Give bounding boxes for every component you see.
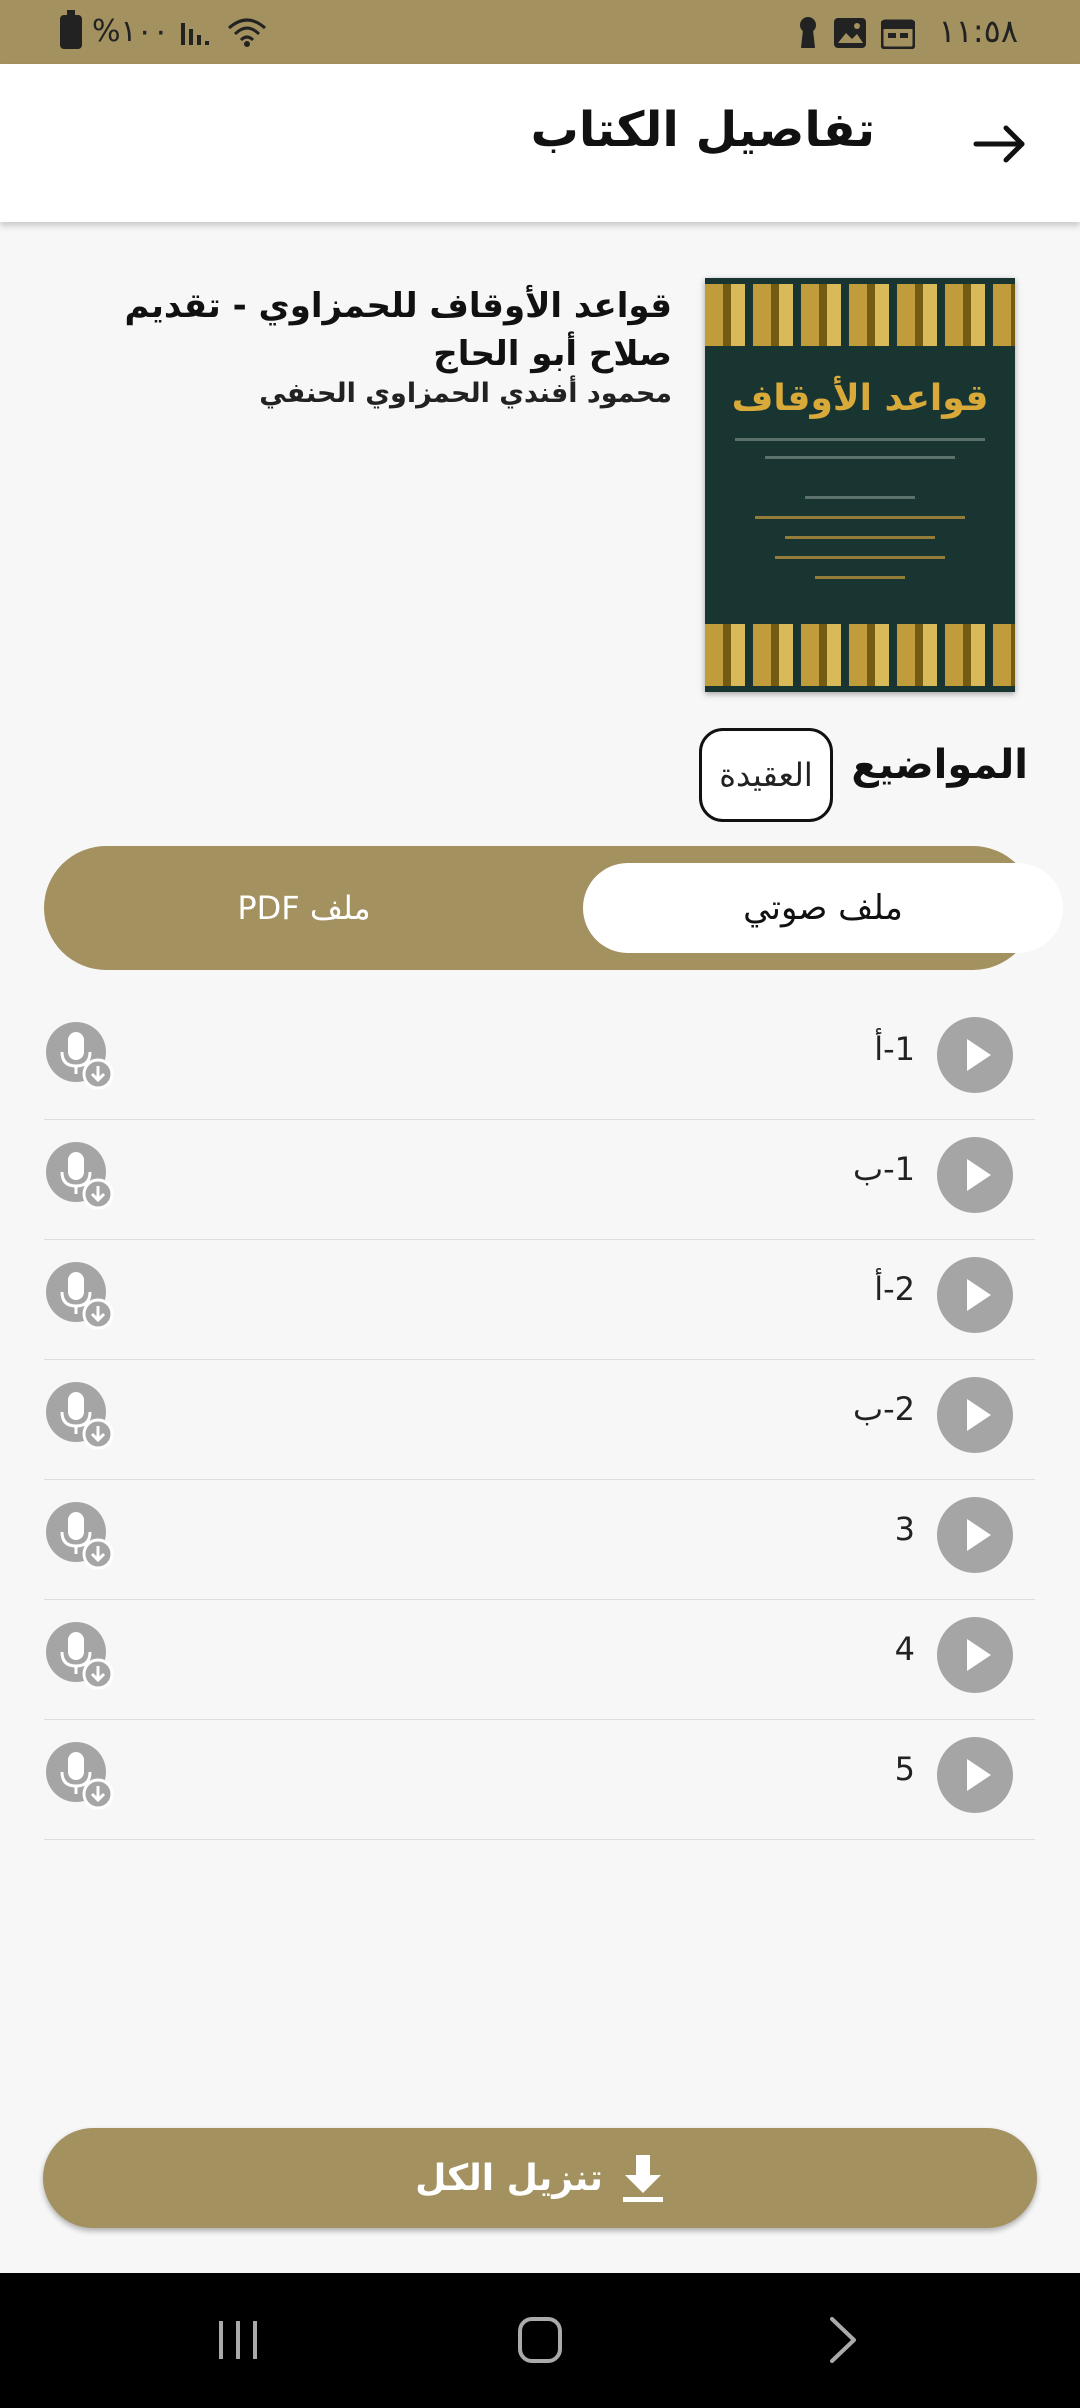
book-cover: قواعد الأوقاف	[705, 278, 1015, 692]
track-row: 2-أ	[44, 1240, 1035, 1360]
file-type-tabs: ملف PDF ملف صوتي	[44, 846, 1063, 970]
cover-ornament-bottom	[705, 624, 1015, 686]
play-icon[interactable]	[937, 1017, 1013, 1093]
status-left: %١٠٠	[60, 9, 269, 49]
track-row: 4	[44, 1600, 1035, 1720]
mic-download-icon[interactable]	[44, 1500, 116, 1572]
cover-text-line	[785, 536, 935, 539]
tab-audio[interactable]: ملف صوتي	[583, 863, 1063, 953]
download-icon	[622, 2155, 663, 2202]
cover-ornament-top	[705, 284, 1015, 346]
track-row: 3	[44, 1480, 1035, 1600]
status-notification-icons	[797, 16, 915, 50]
recents-icon[interactable]	[215, 2317, 261, 2363]
system-nav-bar	[0, 2273, 1080, 2408]
track-label: 2-ب	[852, 1390, 915, 1428]
track-list: 1-أ 1-ب 2-أ 2-ب 3 4 5	[44, 1000, 1035, 1840]
cover-text-line	[805, 496, 915, 499]
arrow-right-icon[interactable]	[970, 114, 1030, 174]
play-icon[interactable]	[937, 1377, 1013, 1453]
cover-text-line	[815, 576, 905, 579]
back-icon[interactable]	[822, 2315, 862, 2365]
battery-icon	[60, 9, 82, 49]
tab-pdf[interactable]: ملف PDF	[44, 846, 564, 970]
cover-title: قواعد الأوقاف	[731, 378, 989, 419]
book-author: محمود أفندي الحمزاوي الحنفي	[259, 378, 672, 409]
cover-text-line	[735, 438, 985, 441]
cover-text-line	[765, 456, 955, 459]
cover-text-line	[755, 516, 965, 519]
wifi-icon	[227, 18, 266, 47]
play-icon[interactable]	[937, 1737, 1013, 1813]
app-header: تفاصيل الكتاب	[0, 64, 1080, 222]
track-label: 1-أ	[874, 1030, 915, 1068]
play-icon[interactable]	[937, 1497, 1013, 1573]
mic-download-icon[interactable]	[44, 1140, 116, 1212]
download-all-label: تنزيل الكل	[415, 2157, 603, 2199]
status-bar: %١٠٠ ١١:٥٨	[0, 0, 1080, 64]
track-label: 3	[894, 1510, 915, 1548]
topics-label: المواضيع :	[821, 742, 1028, 788]
mic-download-icon[interactable]	[44, 1740, 116, 1812]
cover-text-line	[775, 556, 945, 559]
topic-chip[interactable]: العقيدة	[699, 728, 833, 822]
track-row: 1-أ	[44, 1000, 1035, 1120]
keyhole-icon	[800, 17, 816, 48]
track-label: 4	[894, 1630, 915, 1668]
play-icon[interactable]	[937, 1257, 1013, 1333]
play-icon[interactable]	[937, 1617, 1013, 1693]
signal-icon	[180, 22, 209, 45]
mic-download-icon[interactable]	[44, 1020, 116, 1092]
home-icon[interactable]	[518, 2317, 562, 2363]
download-all-button[interactable]: تنزيل الكل	[43, 2128, 1037, 2228]
mic-download-icon[interactable]	[44, 1620, 116, 1692]
status-time: ١١:٥٨	[938, 12, 1018, 50]
play-icon[interactable]	[937, 1137, 1013, 1213]
track-row: 5	[44, 1720, 1035, 1840]
gallery-icon	[834, 18, 866, 48]
track-label: 5	[894, 1750, 915, 1788]
book-title: قواعد الأوقاف للحمزاوي - تقديم صلاح أبو …	[124, 286, 672, 374]
battery-level: %١٠٠	[92, 14, 169, 49]
mic-download-icon[interactable]	[44, 1260, 116, 1332]
calendar-icon	[881, 19, 915, 49]
track-label: 1-ب	[852, 1150, 915, 1188]
mic-download-icon[interactable]	[44, 1380, 116, 1452]
page-title: تفاصيل الكتاب	[530, 102, 875, 158]
track-row: 1-ب	[44, 1120, 1035, 1240]
track-label: 2-أ	[874, 1270, 915, 1308]
track-row: 2-ب	[44, 1360, 1035, 1480]
